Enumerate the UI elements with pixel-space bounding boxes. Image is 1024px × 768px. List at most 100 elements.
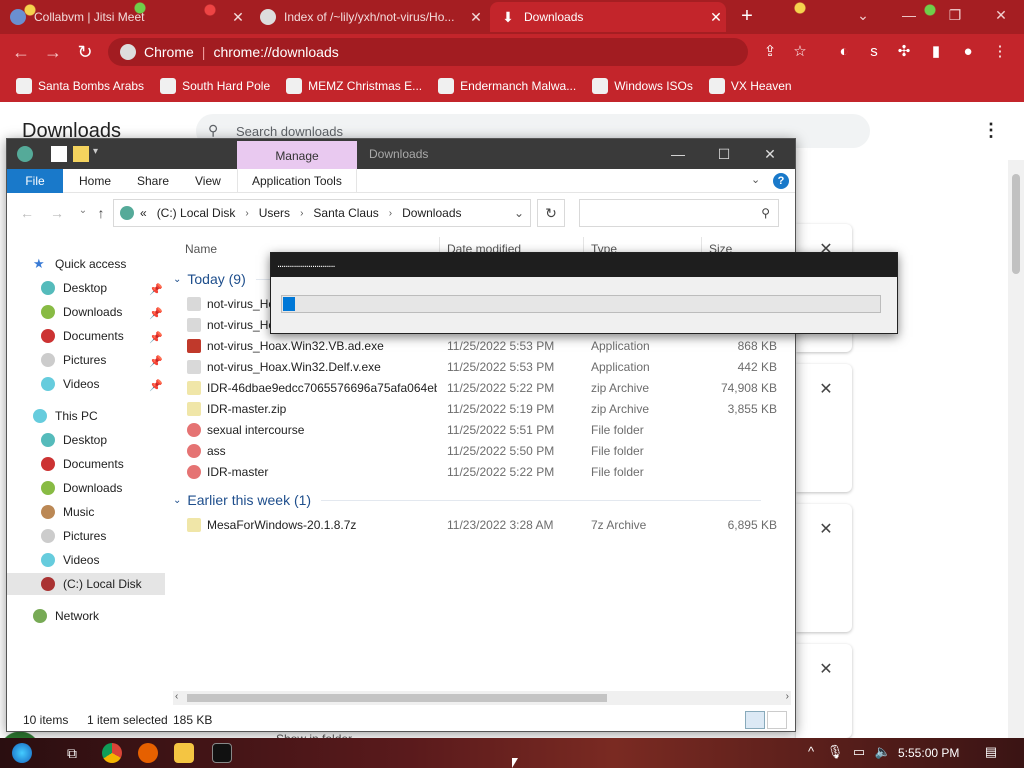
- tab-index[interactable]: Index of /~lily/yxh/not-virus/Ho... ✕: [250, 2, 486, 32]
- firefox-taskbar-icon[interactable]: [138, 743, 158, 763]
- microphone-icon[interactable]: 🎙: [826, 744, 844, 760]
- nav-pc-documents[interactable]: Documents: [41, 453, 124, 475]
- minimize-button[interactable]: —: [886, 0, 932, 32]
- chevron-right-icon[interactable]: ›: [389, 208, 392, 219]
- scrollbar-thumb[interactable]: [187, 694, 607, 702]
- file-row[interactable]: sexual intercourse 11/25/2022 5:51 PM File…: [183, 420, 783, 441]
- notifications-icon[interactable]: ▤: [982, 744, 1000, 760]
- tab-application-tools[interactable]: Application Tools: [237, 169, 357, 193]
- extension-flag-icon[interactable]: ◐: [834, 42, 854, 62]
- remove-download-icon[interactable]: ✕: [818, 522, 834, 538]
- explorer-titlebar[interactable]: ▾ Manage Downloads — ☐ ✕: [7, 139, 795, 169]
- page-scrollbar[interactable]: [1008, 160, 1024, 738]
- tab-view[interactable]: View: [181, 169, 235, 193]
- side-panel-icon[interactable]: ▮: [926, 42, 946, 62]
- file-explorer-taskbar-icon[interactable]: [174, 743, 194, 763]
- nav-pc-videos[interactable]: Videos: [41, 549, 99, 571]
- task-view-icon[interactable]: ⧉: [62, 743, 82, 763]
- nav-this-pc[interactable]: This PC: [33, 405, 98, 427]
- bookmark-endermanch[interactable]: Endermanch Malwa...: [438, 78, 576, 94]
- new-tab-button[interactable]: +: [736, 6, 758, 28]
- reload-button[interactable]: ↻: [74, 41, 96, 63]
- close-window-button[interactable]: ✕: [978, 0, 1024, 32]
- crumb-local-disk[interactable]: (C:) Local Disk: [157, 206, 236, 220]
- remove-download-icon[interactable]: ✕: [818, 382, 834, 398]
- bookmark-south-hard-pole[interactable]: South Hard Pole: [160, 78, 270, 94]
- file-row[interactable]: MesaForWindows-20.1.8.7z 11/23/2022 3:28 …: [183, 515, 783, 536]
- restore-button[interactable]: ❐: [932, 0, 978, 32]
- file-row[interactable]: IDR-master 11/25/2022 5:22 PM File folder: [183, 462, 783, 483]
- bookmark-vx-heaven[interactable]: VX Heaven: [708, 78, 792, 94]
- volume-icon[interactable]: 🔈: [874, 744, 892, 760]
- properties-icon[interactable]: [51, 146, 67, 162]
- chevron-down-icon[interactable]: ⌄: [173, 274, 181, 285]
- column-name[interactable]: Name: [185, 239, 217, 259]
- nav-quick-desktop[interactable]: Desktop: [41, 277, 107, 299]
- explorer-address-bar[interactable]: « (C:) Local Disk › Users › Santa Claus › D…: [113, 199, 531, 227]
- back-arrow-icon[interactable]: ←: [19, 205, 35, 221]
- chrome-menu-icon[interactable]: ⋮: [990, 42, 1010, 62]
- remove-download-icon[interactable]: ✕: [818, 662, 834, 678]
- maximize-button[interactable]: ☐: [709, 143, 739, 165]
- search-explorer-input[interactable]: ⚲: [579, 199, 779, 227]
- crumb-users[interactable]: Users: [259, 206, 290, 220]
- nav-network[interactable]: Network: [33, 605, 99, 627]
- profile-avatar-icon[interactable]: ●: [958, 42, 978, 62]
- tab-jitsi[interactable]: Collabvm | Jitsi Meet ✕: [0, 2, 248, 32]
- manage-tab[interactable]: Manage: [237, 141, 357, 169]
- extension-s-icon[interactable]: s: [864, 42, 884, 62]
- nav-pc-pictures[interactable]: Pictures: [41, 525, 106, 547]
- file-row[interactable]: ass 11/25/2022 5:50 PM File folder: [183, 441, 783, 462]
- share-icon[interactable]: ⇪: [760, 42, 780, 62]
- tab-downloads[interactable]: ⬇ Downloads ✕: [490, 2, 726, 32]
- bookmark-memz[interactable]: MEMZ Christmas E...: [286, 78, 422, 94]
- nav-quick-pictures[interactable]: Pictures: [41, 349, 106, 371]
- start-button-icon[interactable]: [12, 743, 32, 763]
- details-view-icon[interactable]: [745, 711, 765, 729]
- large-icons-view-icon[interactable]: [767, 711, 787, 729]
- scrollbar-thumb[interactable]: [1012, 174, 1020, 274]
- customize-quick-access-icon[interactable]: ▾: [93, 146, 109, 162]
- nav-local-disk[interactable]: (C:) Local Disk: [7, 573, 165, 595]
- minimize-button[interactable]: —: [663, 143, 693, 165]
- bookmark-star-icon[interactable]: ☆: [790, 42, 810, 62]
- file-row[interactable]: IDR-master.zip 11/25/2022 5:19 PM zip Arch…: [183, 399, 783, 420]
- more-actions-icon[interactable]: ⋮: [982, 120, 1000, 140]
- forward-button[interactable]: →: [42, 41, 64, 63]
- nav-pc-downloads[interactable]: Downloads: [41, 477, 122, 499]
- extensions-puzzle-icon[interactable]: ✣: [894, 42, 914, 62]
- nav-quick-videos[interactable]: Videos: [41, 373, 99, 395]
- tab-file[interactable]: File: [7, 169, 63, 193]
- chevron-down-icon[interactable]: ⌄: [173, 495, 181, 506]
- tab-search-button[interactable]: ⌄: [840, 0, 886, 32]
- close-button[interactable]: ✕: [755, 143, 785, 165]
- file-row[interactable]: not-virus_Hoax.Win32.VB.ad.exe 11/25/2022…: [183, 336, 783, 357]
- network-tray-icon[interactable]: ▭: [850, 744, 868, 760]
- show-hidden-icons[interactable]: ^: [802, 744, 820, 759]
- close-tab-icon[interactable]: ✕: [466, 9, 486, 26]
- crumb-downloads[interactable]: Downloads: [402, 206, 461, 220]
- back-button[interactable]: ←: [10, 41, 32, 63]
- chrome-taskbar-icon[interactable]: [102, 743, 122, 763]
- help-icon[interactable]: ?: [773, 173, 789, 189]
- nav-quick-documents[interactable]: Documents: [41, 325, 124, 347]
- progress-dialog-title[interactable]: ............................: [271, 253, 897, 277]
- close-tab-icon[interactable]: ✕: [706, 9, 726, 26]
- clock[interactable]: 5:55:00 PM: [898, 746, 959, 760]
- nav-quick-access[interactable]: ★ Quick access: [33, 253, 126, 275]
- forward-arrow-icon[interactable]: →: [49, 205, 65, 221]
- file-row[interactable]: not-virus_Hoax.Win32.Delf.v.exe 11/25/202…: [183, 357, 783, 378]
- recent-locations-icon[interactable]: ⌄: [75, 205, 91, 221]
- nav-quick-downloads[interactable]: Downloads: [41, 301, 122, 323]
- close-tab-icon[interactable]: ✕: [228, 9, 248, 26]
- file-row[interactable]: IDR-46dbae9edcc7065576696a75afa064eb... 1…: [183, 378, 783, 399]
- bookmark-santa-bombs[interactable]: Santa Bombs Arabs: [16, 78, 144, 94]
- tab-home[interactable]: Home: [65, 169, 125, 193]
- address-bar[interactable]: Chrome | chrome://downloads: [108, 38, 748, 66]
- nav-pc-desktop[interactable]: Desktop: [41, 429, 107, 451]
- refresh-button[interactable]: ↻: [537, 199, 565, 227]
- scroll-right-icon[interactable]: ›: [786, 691, 789, 702]
- horizontal-scrollbar[interactable]: ‹ ›: [173, 691, 791, 705]
- chevron-down-icon[interactable]: ⌄: [514, 206, 524, 220]
- tab-share[interactable]: Share: [123, 169, 183, 193]
